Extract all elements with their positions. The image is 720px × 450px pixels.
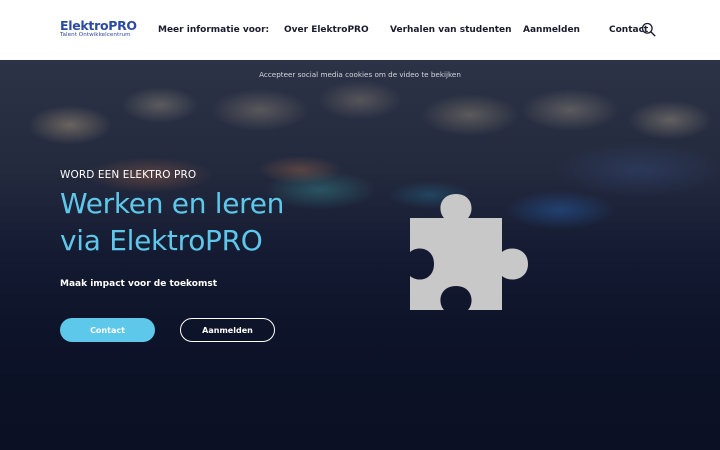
hero-subline: Maak impact voor de toekomst — [60, 279, 218, 289]
search-icon[interactable] — [641, 22, 656, 37]
nav-verhalen-van-studenten[interactable]: Verhalen van studenten — [390, 25, 512, 36]
elektropro-logo[interactable]: ElektroPRO Talent Ontwikkelcentrum — [60, 19, 140, 41]
hero-headline-line-1: Werken en leren — [60, 187, 285, 220]
logo-tagline: Talent Ontwikkelcentrum — [60, 32, 131, 38]
nav-meer-informatie[interactable]: Meer informatie voor: — [158, 25, 269, 36]
nav-over-elektropro[interactable]: Over ElektroPRO — [284, 25, 369, 36]
hero-headline-line-2: via ElektroPRO — [60, 224, 263, 257]
hero-section: Accepteer social media cookies om de vid… — [0, 60, 720, 450]
logo-wordmark: ElektroPRO — [60, 18, 137, 33]
contact-button[interactable]: Contact — [60, 318, 155, 342]
puzzle-piece-icon — [410, 194, 528, 310]
nav-aanmelden[interactable]: Aanmelden — [523, 25, 580, 36]
cookie-consent-note[interactable]: Accepteer social media cookies om de vid… — [0, 70, 720, 79]
site-header: ElektroPRO Talent Ontwikkelcentrum Meer … — [0, 0, 720, 60]
hero-headline: Werken en leren via ElektroPRO — [60, 185, 360, 259]
hero-kicker: WORD EEN ELEKTRO PRO — [60, 169, 197, 181]
aanmelden-button[interactable]: Aanmelden — [180, 318, 275, 342]
